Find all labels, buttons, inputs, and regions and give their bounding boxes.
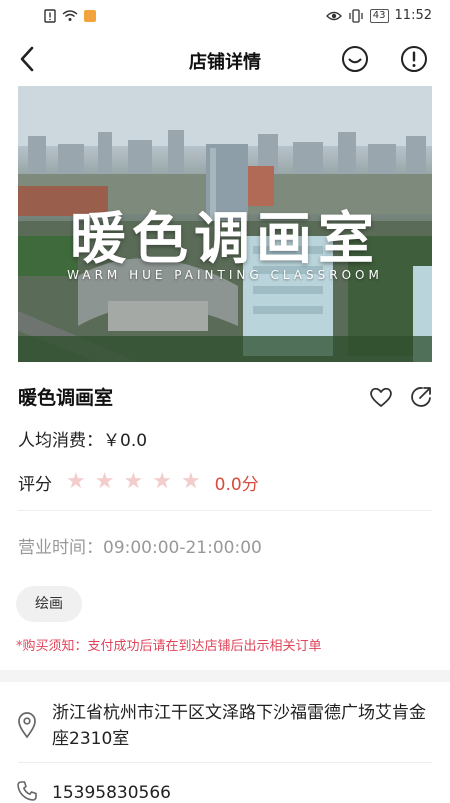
rating-value: 0.0分 [214,474,259,495]
app-notification-icon [84,10,96,22]
customer-service-icon[interactable] [340,44,370,74]
star-icon: ★ [123,469,144,494]
rating-row: 评分 ★ ★ ★ ★ ★ 0.0分 [18,468,259,496]
status-left-icons [44,9,96,23]
status-bar: 43 11:52 [0,0,450,34]
divider [18,762,432,763]
star-icon: ★ [180,469,201,494]
average-price: 人均消费：￥0.0 [18,431,148,451]
location-pin-icon [18,712,36,739]
hero-subtitle: WARM HUE PAINTING CLASSROOM [67,268,383,282]
battery-icon: 43 [369,8,389,23]
wifi-icon [62,10,78,21]
purchase-notice: *购买须知：支付成功后请在到达店铺后出示相关订单 [16,639,322,654]
share-icon[interactable] [408,384,434,410]
shop-hero-image: 暖色调画室 WARM HUE PAINTING CLASSROOM [18,86,432,362]
favorite-heart-icon[interactable] [368,384,394,410]
hero-title: 暖色调画室 [70,206,380,272]
shop-name: 暖色调画室 [18,387,114,409]
status-time: 11:52 [394,8,432,23]
sim-warning-icon [44,9,56,23]
star-icon: ★ [152,469,172,494]
shop-address[interactable]: 浙江省杭州市江干区文泽路下沙福雷德广场艾肯金座2310室 [52,700,432,752]
vibrate-icon [349,8,363,23]
page-title: 店铺详情 [189,52,261,73]
eye-comfort-icon [325,11,342,20]
category-tag[interactable]: 绘画 [16,586,82,622]
status-right-icons: 43 11:52 [325,8,432,23]
shop-phone[interactable]: 15395830566 [52,783,171,803]
divider [18,510,432,511]
phone-icon[interactable] [16,780,38,802]
rating-label: 评分 [18,474,52,495]
nav-bar: 店铺详情 [0,36,450,82]
section-separator [0,670,450,682]
star-icon: ★ [94,469,115,494]
business-hours: 营业时间：09:00:00-21:00:00 [18,538,262,558]
rating-stars: ★ ★ ★ ★ ★ [66,471,201,493]
star-icon: ★ [66,469,86,494]
report-icon[interactable] [399,44,429,74]
